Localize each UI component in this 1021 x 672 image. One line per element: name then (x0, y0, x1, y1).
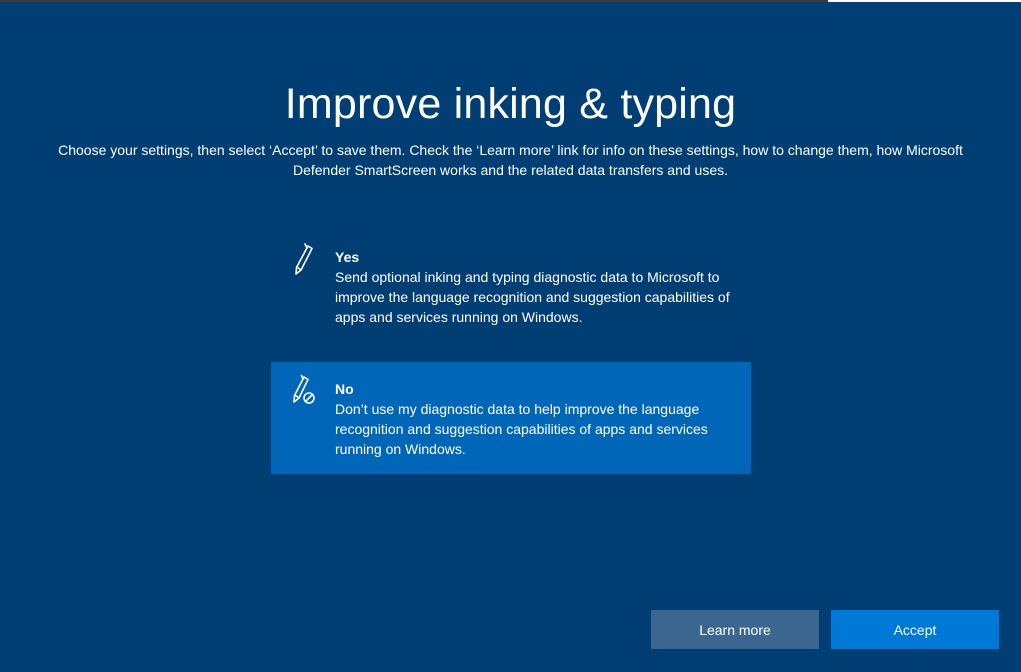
option-yes-heading: Yes (335, 249, 360, 265)
option-yes-description: Send optional inking and typing diagnost… (335, 269, 730, 325)
top-edge-dark (0, 0, 828, 2)
page-subtitle: Choose your settings, then select ‘Accep… (58, 142, 963, 178)
page-title: Improve inking & typing (284, 80, 737, 128)
accept-button[interactable]: Accept (831, 610, 999, 649)
option-no-heading: No (335, 381, 354, 397)
learn-more-button[interactable]: Learn more (651, 610, 819, 649)
option-yes-text: Yes Send optional inking and typing diag… (335, 247, 735, 327)
option-no-text: No Don’t use my diagnostic data to help … (335, 379, 735, 459)
pen-icon (289, 242, 317, 276)
pen-blocked-icon (289, 374, 317, 408)
option-yes[interactable]: Yes Send optional inking and typing diag… (271, 238, 751, 350)
option-no[interactable]: No Don’t use my diagnostic data to help … (271, 362, 751, 474)
option-no-description: Don’t use my diagnostic data to help imp… (335, 401, 708, 457)
top-edge-light (828, 0, 1021, 2)
